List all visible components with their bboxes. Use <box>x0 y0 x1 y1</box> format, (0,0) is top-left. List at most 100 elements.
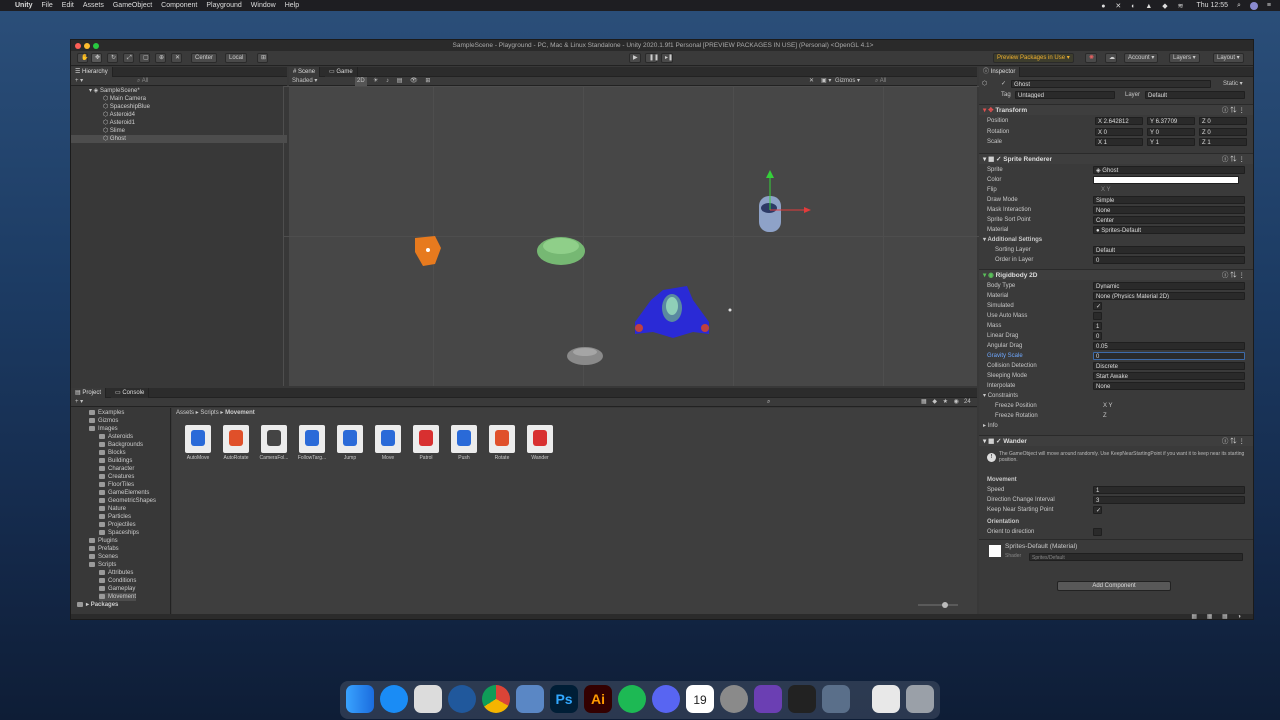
2d-toggle[interactable]: 2D <box>355 77 367 86</box>
close-icon[interactable] <box>75 43 81 49</box>
trash-icon[interactable] <box>906 685 934 713</box>
menu-playground[interactable]: Playground <box>206 2 241 9</box>
rigidbody-field-value[interactable]: 0 <box>1093 352 1245 360</box>
grid-snap-icon[interactable]: ⊞ <box>257 53 268 63</box>
color-swatch[interactable] <box>1093 176 1239 184</box>
script-asset[interactable]: Jump <box>333 425 367 461</box>
scale-y[interactable]: Y 1 <box>1147 138 1195 146</box>
folder-item[interactable]: Scripts <box>89 561 116 569</box>
ghost-sprite[interactable] <box>759 170 811 232</box>
discord-icon[interactable] <box>652 685 680 713</box>
folder-packages[interactable]: ▸ Packages <box>77 601 118 609</box>
folder-item[interactable]: FloorTiles <box>99 481 134 489</box>
add-component-button[interactable]: Add Component <box>1057 581 1171 591</box>
rigidbody-field-value[interactable]: Start Awake <box>1093 372 1245 380</box>
project-search-icon[interactable]: ⌕ <box>767 398 770 407</box>
folder-item[interactable]: Gameplay <box>99 585 135 593</box>
hand-tool-icon[interactable]: ✋ <box>77 53 88 63</box>
menu-component[interactable]: Component <box>161 2 197 9</box>
script-asset[interactable]: AutoRotate <box>219 425 253 461</box>
tag-dropdown[interactable]: Untagged <box>1015 91 1115 99</box>
hierarchy-item-asteroid4[interactable]: ⬡ Asteroid4 <box>103 111 135 119</box>
position-y[interactable]: Y 6.37709 <box>1147 117 1195 125</box>
unity-editor-icon[interactable] <box>872 685 900 713</box>
unity-hub-icon[interactable] <box>414 685 442 713</box>
tab-project[interactable]: ▤ Project <box>71 388 107 398</box>
rotation-z[interactable]: Z 0 <box>1199 128 1247 136</box>
spaceship-sprite[interactable] <box>635 286 709 338</box>
folder-item[interactable]: Plugins <box>89 537 118 545</box>
tools-icon[interactable]: ✕ <box>809 77 814 86</box>
transform-header[interactable]: ▾ ✥ Transform ⓘ ⇅ ⋮ <box>979 104 1253 115</box>
folder-item[interactable]: Nature <box>99 505 126 513</box>
move-tool-icon[interactable]: ✥ <box>91 53 102 63</box>
draw-mode-dropdown[interactable]: Simple <box>1093 196 1245 204</box>
script-asset[interactable]: FollowTarg... <box>295 425 329 461</box>
wander-header[interactable]: ▾ ▦ ✓ Wander ⓘ ⇅ ⋮ <box>979 435 1253 446</box>
folder-item[interactable]: Projectiles <box>99 521 136 529</box>
folder-item[interactable]: Gizmos <box>89 417 118 425</box>
static-toggle[interactable]: Static ▾ <box>1223 79 1243 89</box>
folder-item[interactable]: Prefabs <box>89 545 119 553</box>
keep-near-checkbox[interactable]: ✓ <box>1093 506 1102 514</box>
folder-item[interactable]: Blocks <box>99 449 126 457</box>
rect-tool-icon[interactable]: ▢ <box>139 53 150 63</box>
folder-item[interactable]: Character <box>99 465 134 473</box>
scale-x[interactable]: X 1 <box>1095 138 1143 146</box>
rigidbody-field-value[interactable]: None (Physics Material 2D) <box>1093 292 1245 300</box>
slider-handle[interactable] <box>942 602 948 608</box>
folder-item[interactable]: Spaceships <box>99 529 139 537</box>
slime-sprite[interactable] <box>537 237 585 265</box>
cloud-icon[interactable]: ☁ <box>1105 53 1117 63</box>
sprite-field[interactable]: ◈ Ghost <box>1093 166 1245 174</box>
menu-icon[interactable]: ≡ <box>1267 2 1271 9</box>
clock[interactable]: Thu 12:55 <box>1196 2 1228 9</box>
freeze-rotation-toggle[interactable]: Z <box>1103 411 1107 421</box>
pivot-center-toggle[interactable]: Center <box>191 53 218 63</box>
gizmos-dropdown[interactable]: Gizmos ▾ <box>835 77 860 86</box>
calendar-icon[interactable]: 19 <box>686 685 714 713</box>
folder-item[interactable]: Buildings <box>99 457 132 465</box>
scene-root[interactable]: ▾ ◈ SampleScene* <box>89 87 140 95</box>
add-icon[interactable]: + ▾ <box>75 78 83 84</box>
flip-toggles[interactable]: X Y <box>1101 185 1111 195</box>
collab-icon[interactable]: ✺ <box>1085 53 1097 63</box>
rotation-x[interactable]: X 0 <box>1095 128 1143 136</box>
gameobject-name-field[interactable]: Ghost <box>1011 80 1211 88</box>
shading-dropdown[interactable]: Shaded ▾ <box>292 78 317 84</box>
edge-icon[interactable] <box>448 685 476 713</box>
script-asset[interactable]: Rotate <box>485 425 519 461</box>
scale-tool-icon[interactable]: ⤢ <box>123 53 134 63</box>
rigidbody-field-value[interactable]: None <box>1093 382 1245 390</box>
folder-item[interactable]: Conditions <box>99 577 136 585</box>
layout-dropdown[interactable]: Layout ▾ <box>1213 53 1244 63</box>
icon-size-slider[interactable] <box>918 602 958 608</box>
rigidbody-field-value[interactable] <box>1093 312 1102 320</box>
script-asset[interactable]: Patrol <box>409 425 443 461</box>
order-in-layer-field[interactable]: 0 <box>1093 256 1245 264</box>
rigidbody-field-value[interactable]: 1 <box>1093 322 1102 330</box>
freeze-position-toggles[interactable]: X Y <box>1103 401 1113 411</box>
menu-gameobject[interactable]: GameObject <box>113 2 152 9</box>
project-filter-icons[interactable]: ▦ ◆ ★ ◉ <box>921 398 961 407</box>
menu-edit[interactable]: Edit <box>62 2 74 9</box>
sprite-renderer-header[interactable]: ▾ ▦ ✓ Sprite Renderer ⓘ ⇅ ⋮ <box>979 153 1253 164</box>
script-asset[interactable]: CameraFol... <box>257 425 291 461</box>
account-dropdown[interactable]: Account ▾ <box>1124 53 1159 63</box>
chrome-icon[interactable] <box>482 685 510 713</box>
menu-assets[interactable]: Assets <box>83 2 104 9</box>
custom-tool-icon[interactable]: ✕ <box>171 53 182 63</box>
layers-dropdown[interactable]: Layers ▾ <box>1169 53 1200 63</box>
rigidbody-field-value[interactable]: ✓ <box>1093 302 1102 310</box>
mask-interaction-dropdown[interactable]: None <box>1093 206 1245 214</box>
tab-game[interactable]: ▭ Game <box>325 67 358 77</box>
status-icons[interactable]: ● ✕ ◐ ▲ ◆ ≋ <box>1101 2 1187 10</box>
rigidbody-field-value[interactable]: 0 <box>1093 332 1102 340</box>
spotify-icon[interactable] <box>618 685 646 713</box>
folder-item[interactable]: GeometricShapes <box>99 497 156 505</box>
material-field[interactable]: ● Sprites-Default <box>1093 226 1245 234</box>
folder-item[interactable]: Movement <box>99 593 137 601</box>
visual-studio-icon[interactable] <box>754 685 782 713</box>
menu-help[interactable]: Help <box>285 2 299 9</box>
orient-checkbox[interactable] <box>1093 528 1102 536</box>
